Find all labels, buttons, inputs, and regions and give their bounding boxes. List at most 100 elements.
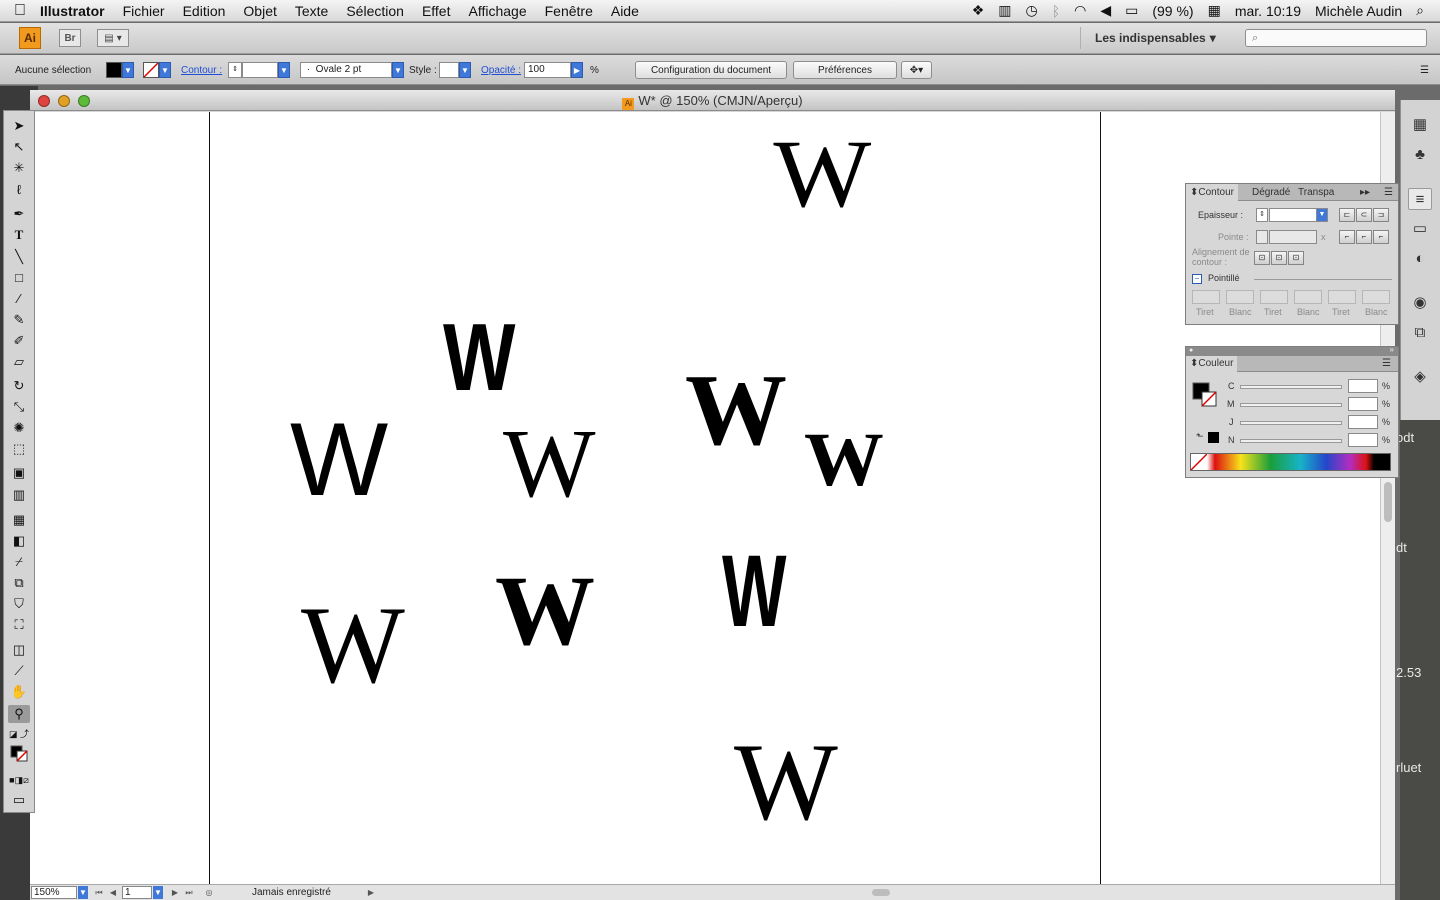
style-control[interactable]: ▼ — [439, 61, 471, 79]
dash-field-2[interactable] — [1260, 290, 1288, 304]
free-transform-tool-icon[interactable]: ⬚ — [8, 440, 30, 458]
chevron-down-icon[interactable]: ▼ — [153, 886, 163, 899]
dropbox-icon[interactable]: ❖ — [972, 2, 985, 19]
opacity-link[interactable]: Opacité : — [481, 65, 521, 76]
panel-expand-icon[interactable]: ▸▸ — [1356, 184, 1374, 201]
symbols-panel-icon[interactable]: ♣ — [1408, 144, 1432, 166]
zoom-tool-icon[interactable]: ⚲ — [8, 705, 30, 723]
blob-brush-tool-icon[interactable]: ✐ — [8, 332, 30, 350]
document-titlebar[interactable]: Ai W* @ 150% (CMJN/Aperçu) — [30, 90, 1395, 111]
miter-limit-input[interactable] — [1269, 230, 1317, 244]
menu-fichier[interactable]: Fichier — [123, 3, 165, 19]
status-options-icon[interactable]: ◎ — [204, 886, 214, 899]
appearance-panel-icon[interactable]: ◉ — [1408, 292, 1432, 314]
transparency-panel-icon[interactable]: ◐ — [1408, 248, 1432, 270]
blend-tool-icon[interactable]: ⧉ — [8, 574, 30, 592]
brush-field[interactable]: · Ovale 2 pt — [300, 62, 392, 78]
artboard-tool-icon[interactable]: ◫ — [8, 641, 30, 659]
menu-edition[interactable]: Edition — [183, 3, 226, 19]
live-paint-selection-tool-icon[interactable]: ⛶ — [8, 616, 30, 634]
workspace-switcher[interactable]: Les indispensables ▾ — [1080, 27, 1216, 49]
chevron-down-icon[interactable]: ▼ — [1316, 208, 1328, 222]
brush-control[interactable]: · Ovale 2 pt ▼ — [300, 61, 404, 79]
color-spectrum-bar[interactable] — [1190, 453, 1391, 471]
glyph-w-4[interactable]: W — [503, 415, 596, 513]
scale-tool-icon[interactable]: ⤡ — [8, 398, 30, 416]
stroke-swatch-control[interactable]: ▼ — [143, 61, 171, 79]
eyedropper-tool-icon[interactable]: ⌿ — [8, 553, 30, 571]
graph-tool-icon[interactable]: ▥ — [8, 486, 30, 504]
tab-degrade[interactable]: Dégradé — [1248, 184, 1294, 201]
chevron-down-icon[interactable]: ▼ — [392, 62, 404, 78]
channel-slider-m[interactable] — [1240, 403, 1342, 407]
chevron-down-icon[interactable]: ▼ — [459, 62, 471, 78]
color-panel-grip[interactable]: ● » — [1186, 345, 1398, 356]
live-paint-bucket-tool-icon[interactable]: ⛉ — [8, 595, 30, 613]
screen-mode-icon[interactable]: ▭ — [8, 791, 30, 809]
menu-effet[interactable]: Effet — [422, 3, 451, 19]
line-tool-icon[interactable]: ╲ — [8, 248, 30, 266]
magic-wand-tool-icon[interactable]: ✳ — [8, 159, 30, 177]
channel-slider-n[interactable] — [1240, 439, 1342, 443]
stepper-icon[interactable]: ⇕ — [1256, 208, 1268, 222]
menu-aide[interactable]: Aide — [611, 3, 639, 19]
bridge-button[interactable]: Br — [59, 29, 81, 47]
artboard-number-field[interactable]: 1 — [122, 886, 152, 899]
opacity-control[interactable]: 100 ▶ — [524, 61, 583, 79]
next-artboard-icon[interactable]: ▶ — [170, 886, 180, 899]
butt-cap-icon[interactable]: ⊏ — [1339, 208, 1355, 222]
projecting-cap-icon[interactable]: ⊐ — [1373, 208, 1389, 222]
selection-tool-icon[interactable]: ➤ — [8, 117, 30, 135]
memory-icon[interactable]: ▥ — [998, 2, 1011, 19]
glyph-w-5[interactable]: W — [685, 360, 787, 462]
tab-couleur[interactable]: ⬍Couleur — [1186, 356, 1238, 372]
color-modes-icon[interactable]: ■◨⧄ — [8, 771, 30, 789]
channel-field-m[interactable] — [1348, 397, 1378, 411]
menu-texte[interactable]: Texte — [295, 3, 328, 19]
menu-user[interactable]: Michèle Audin — [1315, 3, 1402, 19]
panel-menu-icon[interactable]: ☰ — [1378, 356, 1395, 372]
round-join-icon[interactable]: ⌐ — [1356, 230, 1372, 244]
arrange-documents-button[interactable]: ▤ ▾ — [97, 29, 129, 47]
fill-stroke-indicator[interactable] — [1192, 382, 1222, 412]
control-bar-menu-icon[interactable]: ☰ — [1420, 61, 1429, 79]
glyph-w-6[interactable]: W — [804, 422, 884, 498]
gradient-tool-icon[interactable]: ◧ — [8, 532, 30, 550]
hand-tool-icon[interactable]: ✋ — [8, 683, 30, 701]
fill-stroke-icon[interactable] — [8, 745, 30, 763]
warp-tool-icon[interactable]: ✺ — [8, 419, 30, 437]
gradient-panel-icon[interactable]: ▭ — [1408, 218, 1432, 240]
style-swatch[interactable] — [439, 62, 459, 78]
glyph-w-9[interactable]: W — [722, 540, 787, 642]
zoom-level-field[interactable]: 150% — [31, 886, 77, 899]
previous-artboard-icon[interactable]: ◀ — [108, 886, 118, 899]
chevron-down-icon[interactable]: ▼ — [122, 62, 134, 78]
chevron-right-icon[interactable]: ▶ — [571, 62, 583, 78]
glyph-w-8[interactable]: W — [495, 561, 595, 661]
stroke-weight-field[interactable] — [242, 62, 278, 78]
calendar-icon[interactable]: ▦ — [1208, 2, 1221, 19]
chevron-down-icon[interactable]: ▼ — [159, 62, 171, 78]
panel-close-icon[interactable]: » — [1390, 345, 1394, 354]
align-outside-icon[interactable]: ⊡ — [1288, 251, 1304, 265]
glyph-w-10[interactable]: W — [734, 727, 838, 837]
lasso-tool-icon[interactable]: ℓ — [8, 181, 30, 199]
paintbrush-tool-icon[interactable]: ⁄ — [8, 290, 30, 308]
gap-field-2[interactable] — [1294, 290, 1322, 304]
document-setup-button[interactable]: Configuration du document — [635, 61, 787, 79]
default-colors-swap-icon[interactable]: ◪ ⤴ — [8, 725, 30, 743]
channel-field-c[interactable] — [1348, 379, 1378, 393]
channel-slider-j[interactable] — [1240, 421, 1342, 425]
stroke-panel-icon[interactable]: ≡ — [1408, 188, 1432, 210]
chevron-down-icon[interactable]: ▼ — [78, 886, 88, 899]
chevron-down-icon[interactable]: ▼ — [278, 62, 290, 78]
align-inside-icon[interactable]: ⊡ — [1271, 251, 1287, 265]
stroke-weight-input[interactable] — [1269, 208, 1317, 222]
type-tool-icon[interactable]: T — [8, 226, 30, 244]
symbol-sprayer-tool-icon[interactable]: ▣ — [8, 464, 30, 482]
stroke-weight-control[interactable]: ⇕ ▼ — [228, 61, 290, 79]
rectangle-tool-icon[interactable]: □ — [8, 269, 30, 287]
menu-app-name[interactable]: Illustrator — [40, 3, 105, 19]
last-color-swatch[interactable] — [1208, 432, 1219, 443]
channel-field-n[interactable] — [1348, 433, 1378, 447]
